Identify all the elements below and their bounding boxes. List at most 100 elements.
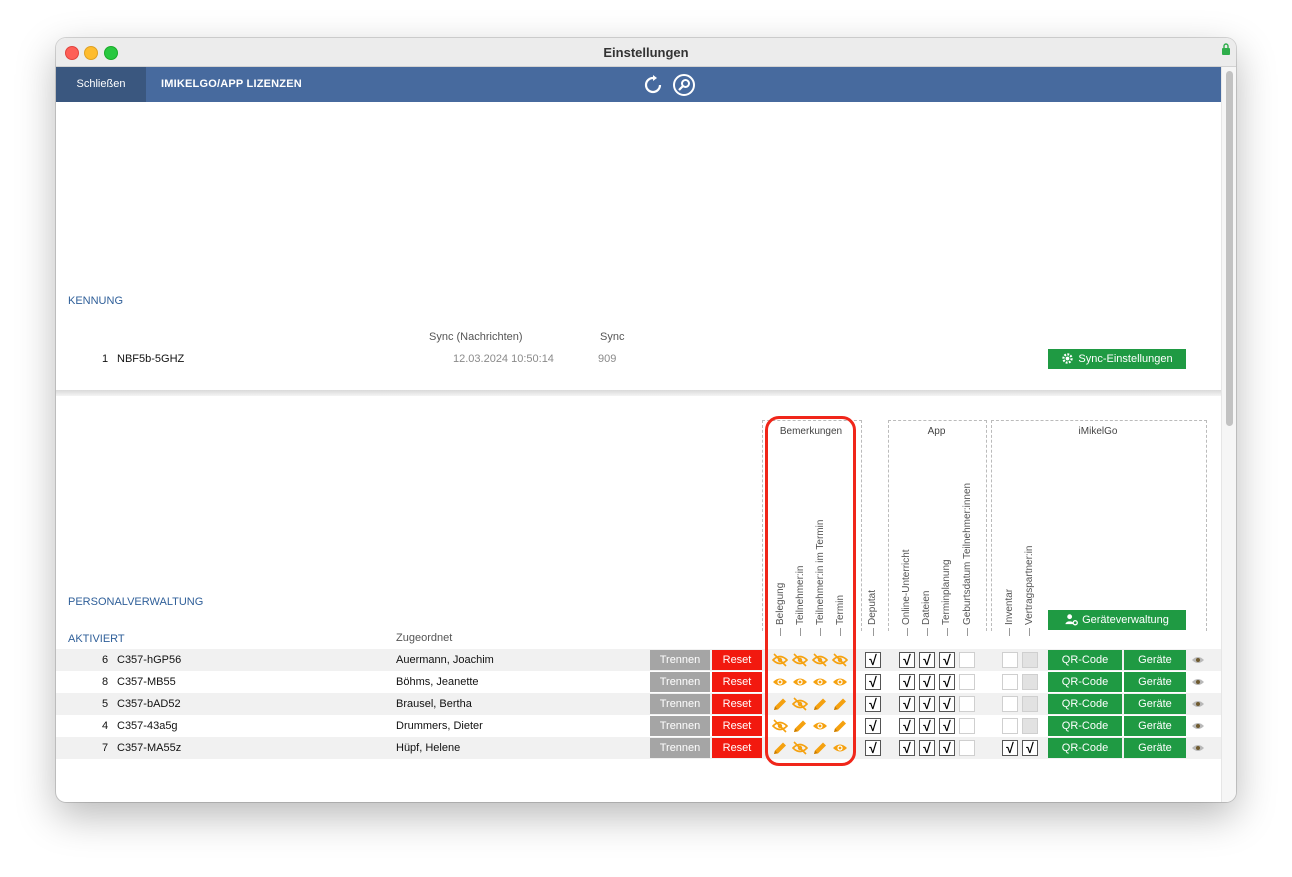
reset-button[interactable]: Reset — [712, 694, 762, 714]
row-assigned-name: Brausel, Bertha — [396, 698, 472, 710]
imikelgo-permission-checkbox[interactable] — [1002, 718, 1018, 734]
imikelgo-permission-checkbox[interactable]: √ — [1022, 740, 1038, 756]
disconnect-button[interactable]: Trennen — [650, 738, 710, 758]
imikelgo-permission-checkbox[interactable] — [1002, 674, 1018, 690]
reset-button[interactable]: Reset — [712, 650, 762, 670]
eye-icon[interactable] — [1191, 677, 1205, 687]
imikelgo-permission-checkbox[interactable]: √ — [1002, 740, 1018, 756]
row-assigned-name: Auermann, Joachim — [396, 654, 494, 666]
kennung-panel — [56, 102, 1221, 390]
app-permission-checkbox[interactable]: √ — [919, 740, 935, 756]
column-tick — [907, 628, 908, 636]
kennung-sync-count: 909 — [598, 353, 617, 365]
deputat-checkbox[interactable]: √ — [865, 696, 881, 712]
devices-button[interactable]: Geräte — [1124, 716, 1186, 736]
eye-icon[interactable] — [1191, 721, 1205, 731]
disconnect-button[interactable]: Trennen — [650, 716, 710, 736]
scrollbar[interactable] — [1221, 67, 1236, 802]
app-permission-checkbox[interactable]: √ — [939, 652, 955, 668]
app-permission-checkbox[interactable]: √ — [899, 652, 915, 668]
app-permission-checkbox[interactable]: √ — [939, 674, 955, 690]
deputat-checkbox[interactable]: √ — [865, 740, 881, 756]
deputat-checkbox[interactable]: √ — [865, 718, 881, 734]
table-row[interactable] — [56, 715, 1221, 737]
app-permission-checkbox[interactable] — [959, 674, 975, 690]
close-button[interactable]: Schließen — [56, 67, 146, 102]
app-permission-checkbox[interactable]: √ — [919, 674, 935, 690]
title-bar: Einstellungen — [56, 38, 1236, 67]
app-permission-checkbox[interactable]: √ — [899, 740, 915, 756]
disconnect-button[interactable]: Trennen — [650, 672, 710, 692]
row-license-id: C357-bAD52 — [117, 698, 181, 710]
reset-button[interactable]: Reset — [712, 738, 762, 758]
app-permission-checkbox[interactable] — [959, 740, 975, 756]
column-tick — [1029, 628, 1030, 636]
device-management-button[interactable]: Geräteverwaltung — [1048, 610, 1186, 630]
imikelgo-permission-checkbox[interactable] — [1022, 674, 1038, 690]
table-row[interactable] — [56, 649, 1221, 671]
row-assigned-name: Böhms, Jeanette — [396, 676, 479, 688]
eye-icon[interactable] — [1191, 743, 1205, 753]
sync-settings-button[interactable]: Sync-Einstellungen — [1048, 349, 1186, 369]
gear-icon — [1062, 353, 1074, 364]
scroll-thumb[interactable] — [1226, 71, 1233, 426]
app-permission-checkbox[interactable]: √ — [919, 718, 935, 734]
licenses-tab[interactable]: IMIKELGO/APP LIZENZEN — [161, 67, 302, 102]
app-permission-checkbox[interactable]: √ — [939, 740, 955, 756]
disconnect-button[interactable]: Trennen — [650, 694, 710, 714]
search-icon[interactable] — [672, 73, 696, 97]
table-row[interactable] — [56, 693, 1221, 715]
column-geburtsdatum: Geburtsdatum Teilnehmer:innen — [962, 482, 973, 625]
app-permission-checkbox[interactable]: √ — [939, 696, 955, 712]
row-index: 6 — [102, 654, 109, 666]
qr-code-button[interactable]: QR-Code — [1048, 672, 1122, 692]
column-tick — [967, 628, 968, 636]
eye-icon[interactable] — [1191, 699, 1205, 709]
devices-button[interactable]: Geräte — [1124, 738, 1186, 758]
sync-icon[interactable] — [641, 73, 665, 97]
column-tick — [947, 628, 948, 636]
app-permission-checkbox[interactable]: √ — [919, 696, 935, 712]
app-permission-checkbox[interactable]: √ — [939, 718, 955, 734]
imikelgo-permission-checkbox[interactable] — [1002, 652, 1018, 668]
sync-settings-label: Sync-Einstellungen — [1078, 353, 1173, 365]
column-tick — [873, 628, 874, 636]
app-permission-checkbox[interactable]: √ — [899, 696, 915, 712]
kennung-section-title[interactable]: KENNUNG — [68, 295, 123, 307]
qr-code-button[interactable]: QR-Code — [1048, 650, 1122, 670]
deputat-checkbox[interactable]: √ — [865, 674, 881, 690]
reset-button[interactable]: Reset — [712, 672, 762, 692]
column-tick — [1009, 628, 1010, 636]
devices-button[interactable]: Geräte — [1124, 672, 1186, 692]
app-permission-checkbox[interactable]: √ — [899, 718, 915, 734]
column-vertragspartner: Vertragspartner:in — [1024, 545, 1035, 626]
imikelgo-permission-checkbox[interactable] — [1022, 718, 1038, 734]
table-row[interactable] — [56, 737, 1221, 759]
qr-code-button[interactable]: QR-Code — [1048, 694, 1122, 714]
app-permission-checkbox[interactable] — [959, 652, 975, 668]
column-inventar: Inventar — [1004, 588, 1015, 625]
reset-button[interactable]: Reset — [712, 716, 762, 736]
activated-filter[interactable]: AKTIVIERT — [68, 633, 125, 645]
devices-button[interactable]: Geräte — [1124, 650, 1186, 670]
qr-code-button[interactable]: QR-Code — [1048, 738, 1122, 758]
disconnect-button[interactable]: Trennen — [650, 650, 710, 670]
row-license-id: C357-MB55 — [117, 676, 176, 688]
eye-icon[interactable] — [1191, 655, 1205, 665]
personal-section-title[interactable]: PERSONALVERWALTUNG — [68, 596, 203, 608]
app-permission-checkbox[interactable]: √ — [899, 674, 915, 690]
imikelgo-permission-checkbox[interactable] — [1022, 696, 1038, 712]
row-license-id: C357-hGP56 — [117, 654, 182, 666]
deputat-checkbox[interactable]: √ — [865, 652, 881, 668]
imikelgo-permission-checkbox[interactable] — [1022, 652, 1038, 668]
window-title: Einstellungen — [603, 45, 689, 60]
app-permission-checkbox[interactable] — [959, 718, 975, 734]
devices-button[interactable]: Geräte — [1124, 694, 1186, 714]
table-row[interactable] — [56, 671, 1221, 693]
app-permission-checkbox[interactable] — [959, 696, 975, 712]
imikelgo-permission-checkbox[interactable] — [1002, 696, 1018, 712]
lock-icon — [1222, 43, 1230, 55]
app-permission-checkbox[interactable]: √ — [919, 652, 935, 668]
qr-code-button[interactable]: QR-Code — [1048, 716, 1122, 736]
column-tick — [927, 628, 928, 636]
